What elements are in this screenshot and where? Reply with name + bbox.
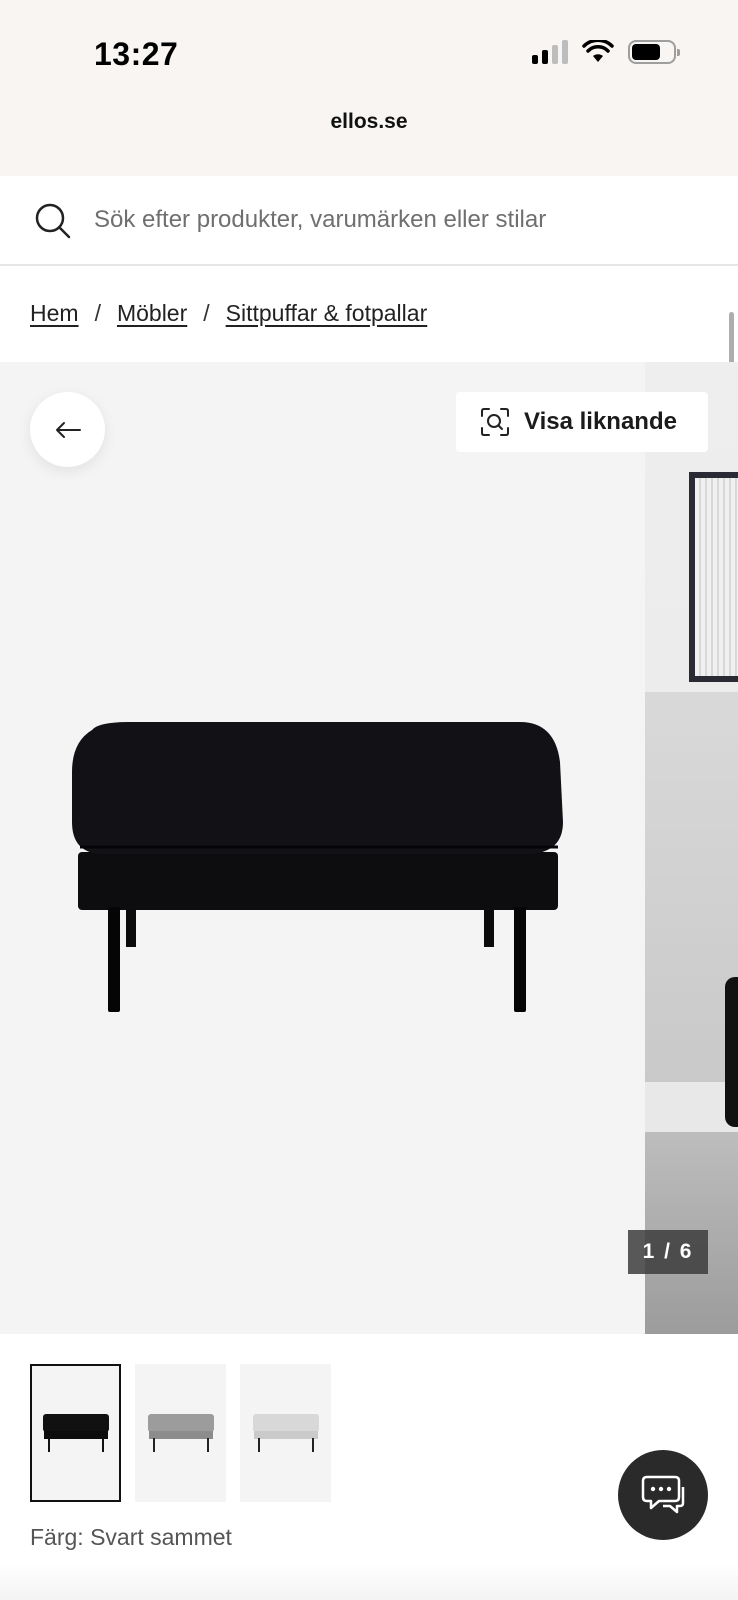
thumbnail-black-velvet[interactable]	[30, 1364, 121, 1502]
chat-icon	[641, 1475, 685, 1514]
visual-search-icon	[481, 408, 509, 436]
search-icon[interactable]	[34, 202, 72, 240]
product-image-main[interactable]	[0, 362, 645, 1334]
search-input[interactable]	[94, 198, 694, 242]
arrow-left-icon	[55, 421, 81, 438]
thumbnail-light-grey[interactable]	[240, 1364, 331, 1502]
ottoman-product-image	[72, 722, 563, 1012]
breadcrumb-separator: /	[94, 300, 101, 326]
breadcrumb-link-home[interactable]: Hem	[30, 300, 79, 327]
browser-top-bar: 13:27 ellos.se	[0, 0, 738, 176]
breadcrumb-separator: /	[203, 300, 210, 326]
ottoman-thumbnail-image	[252, 1414, 319, 1452]
search-bar	[0, 176, 738, 266]
chat-button[interactable]	[618, 1450, 708, 1540]
ottoman-thumbnail-image	[42, 1414, 109, 1452]
status-icons	[532, 40, 680, 64]
wifi-icon	[582, 40, 614, 62]
status-time: 13:27	[94, 36, 179, 72]
show-similar-button[interactable]: Visa liknande	[456, 392, 708, 452]
mirror-frame-image	[689, 472, 738, 682]
ottoman-thumbnail-image	[147, 1414, 214, 1452]
product-image-next-peek[interactable]	[645, 362, 738, 1334]
image-counter: 1 / 6	[628, 1230, 708, 1274]
breadcrumb-link-mobler[interactable]: Möbler	[117, 300, 187, 327]
color-thumbnails	[30, 1364, 331, 1502]
back-button[interactable]	[30, 392, 105, 467]
cellular-signal-icon	[532, 40, 568, 64]
selected-color-label: Färg: Svart sammet	[30, 1524, 232, 1550]
show-similar-label: Visa liknande	[524, 408, 677, 435]
bottom-fade	[0, 1565, 738, 1600]
sofa-image-fragment	[725, 977, 738, 1127]
address-bar-url[interactable]: ellos.se	[0, 110, 738, 134]
breadcrumb: Hem / Möbler / Sittpuffar & fotpallar	[30, 300, 427, 327]
battery-icon	[628, 40, 680, 64]
product-image-gallery[interactable]: Visa liknande 1 / 6	[0, 362, 738, 1334]
breadcrumb-link-sittpuffar[interactable]: Sittpuffar & fotpallar	[226, 300, 428, 327]
thumbnail-grey[interactable]	[135, 1364, 226, 1502]
